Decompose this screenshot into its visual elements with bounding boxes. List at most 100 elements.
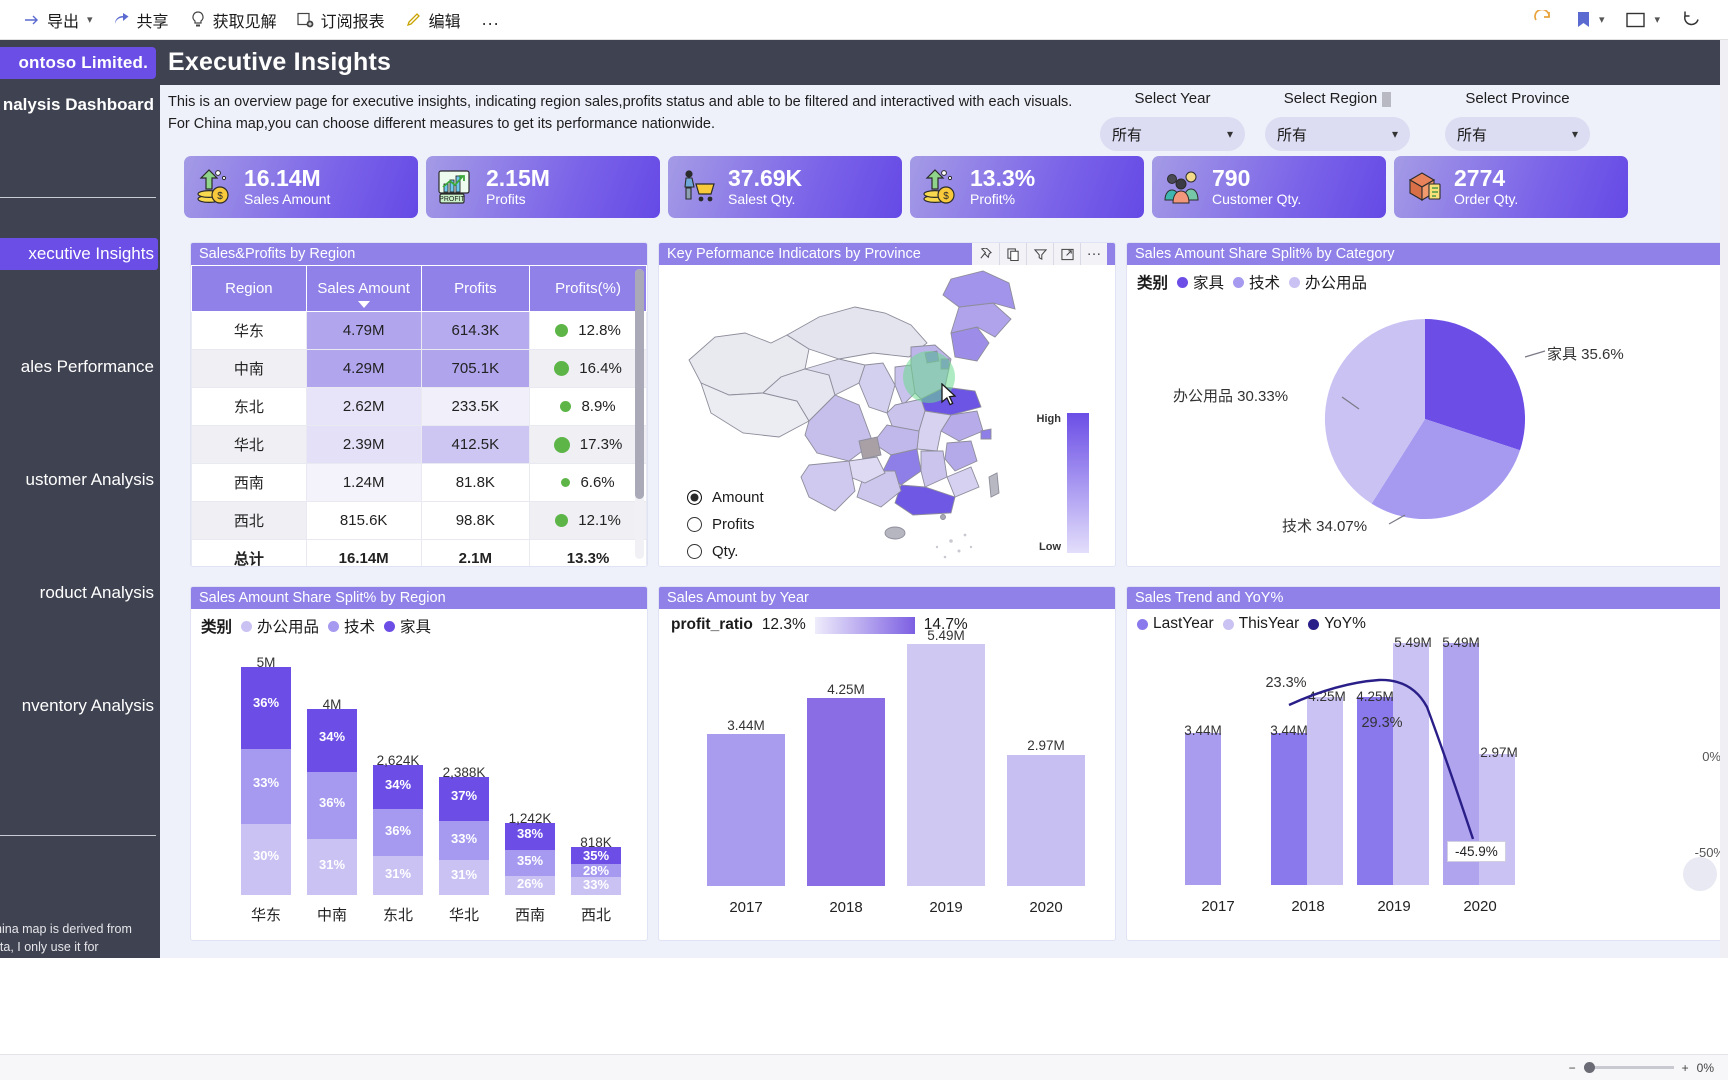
legend-item-technology[interactable]: 技术: [328, 615, 375, 637]
table-row[interactable]: 西北 815.6K 98.8K 12.1%: [191, 501, 647, 540]
legend-item-thisyear[interactable]: ThisYear: [1222, 615, 1299, 633]
stacked-bar-plot[interactable]: 36% 33% 30% 5M 华东 34% 36% 31% 4M 中南 34% …: [191, 637, 647, 937]
edit-button[interactable]: 编辑: [396, 3, 470, 37]
sidebar-item-sales-performance[interactable]: ales Performance: [0, 351, 158, 383]
trend-bar-lastyear-2017[interactable]: [1185, 733, 1221, 885]
axis-label-2017[interactable]: 2017: [707, 899, 785, 916]
sales-trend-yoy-visual[interactable]: Sales Trend and YoY% LastYear ThisYear Y…: [1126, 586, 1728, 941]
radio-button-icon[interactable]: [687, 544, 702, 559]
region-table[interactable]: Region Sales Amount Profits Profits(%) 华…: [191, 265, 647, 566]
chevron-down-icon[interactable]: ▾: [1599, 13, 1605, 26]
table-row[interactable]: 华东 4.79M 614.3K 12.8%: [191, 311, 647, 350]
axis-label-2018[interactable]: 2018: [807, 899, 885, 916]
slicer-year-dropdown[interactable]: 所有 ▾: [1100, 117, 1245, 151]
view-icon[interactable]: ▾: [1617, 7, 1669, 33]
axis-label-huadong[interactable]: 华东: [241, 904, 291, 925]
measure-radio-group[interactable]: Amount Profits Qty.: [687, 489, 764, 566]
stacked-bar-huabei[interactable]: 37% 33% 31%: [439, 777, 489, 895]
legend-item-furniture[interactable]: 家具: [1177, 271, 1224, 293]
trend-bar-lastyear-2018[interactable]: [1271, 733, 1307, 885]
copy-icon[interactable]: [999, 243, 1026, 265]
table-scrollbar[interactable]: [635, 269, 644, 559]
axis-label-huabei[interactable]: 华北: [439, 904, 489, 925]
radio-profits[interactable]: Profits: [687, 516, 764, 533]
kpi-card-sales-amount[interactable]: $ 16.14M Sales Amount: [184, 156, 418, 218]
brand-logo[interactable]: ontoso Limited.: [0, 47, 156, 79]
column-header-profits[interactable]: Profits: [420, 265, 531, 312]
refresh-icon[interactable]: [1673, 5, 1710, 34]
sales-amount-by-year-visual[interactable]: Sales Amount by Year profit_ratio 12.3% …: [658, 586, 1116, 941]
sidebar-item-customer-analysis[interactable]: ustomer Analysis: [0, 464, 158, 496]
table-row[interactable]: 华北 2.39M 412.5K 17.3%: [191, 425, 647, 464]
radio-amount[interactable]: Amount: [687, 489, 764, 506]
radio-qty[interactable]: Qty.: [687, 543, 764, 560]
column-header-profits-pct[interactable]: Profits(%): [529, 265, 647, 312]
axis-label-2017[interactable]: 2017: [1179, 898, 1257, 915]
reset-icon[interactable]: [1523, 5, 1563, 35]
slicer-region-dropdown[interactable]: 所有 ▾: [1265, 117, 1410, 151]
export-button[interactable]: 导出 ▾: [14, 3, 102, 37]
kpi-card-profit-pct[interactable]: $ 13.3% Profit%: [910, 156, 1144, 218]
slicer-province-dropdown[interactable]: 所有 ▾: [1445, 117, 1590, 151]
column-header-sales-amount[interactable]: Sales Amount: [305, 265, 422, 312]
sales-profits-by-region-visual[interactable]: Sales&Profits by Region Region Sales Amo…: [190, 242, 648, 567]
legend-item-office[interactable]: 办公用品: [1289, 271, 1367, 293]
axis-label-2019[interactable]: 2019: [907, 899, 985, 916]
table-row[interactable]: 东北 2.62M 233.5K 8.9%: [191, 387, 647, 426]
slicer-resize-handle[interactable]: [1382, 91, 1392, 107]
kpi-card-order-qty[interactable]: 2774 Order Qty.: [1394, 156, 1628, 218]
share-button[interactable]: 共享: [104, 3, 178, 37]
sidebar-item-inventory-analysis[interactable]: nventory Analysis: [0, 690, 158, 722]
pie-plot[interactable]: 办公用品 30.33% 家具 35.6% 技术 34.07%: [1127, 293, 1727, 563]
axis-label-2020[interactable]: 2020: [1441, 898, 1519, 915]
year-bar-2018[interactable]: [807, 698, 885, 886]
stacked-bar-xinan[interactable]: 38% 35% 26%: [505, 823, 555, 895]
legend-item-technology[interactable]: 技术: [1233, 271, 1280, 293]
kpi-card-profits[interactable]: PROFIT 2.15M Profits: [426, 156, 660, 218]
trend-plot[interactable]: 3.44M 2017 3.44M 4.25M 2018 4.25M 5.49M …: [1127, 633, 1727, 929]
zoom-slider[interactable]: [1583, 1062, 1674, 1073]
year-bar-2017[interactable]: [707, 734, 785, 886]
legend-item-yoy[interactable]: YoY%: [1308, 615, 1366, 633]
axis-label-xibei[interactable]: 西北: [571, 904, 621, 925]
axis-label-dongbei[interactable]: 东北: [373, 904, 423, 925]
stacked-bar-dongbei[interactable]: 34% 36% 31%: [373, 765, 423, 895]
filter-icon[interactable]: [1026, 243, 1053, 265]
insights-button[interactable]: 获取见解: [180, 3, 286, 37]
china-map[interactable]: High Low Amount Profits Qty.: [659, 265, 1115, 566]
axis-label-2018[interactable]: 2018: [1269, 898, 1347, 915]
kpi-card-customer-qty[interactable]: 790 Customer Qty.: [1152, 156, 1386, 218]
legend-item-furniture[interactable]: 家具: [384, 615, 431, 637]
legend-item-office[interactable]: 办公用品: [241, 615, 319, 637]
axis-label-zhongnan[interactable]: 中南: [307, 904, 357, 925]
table-row[interactable]: 中南 4.29M 705.1K 16.4%: [191, 349, 647, 388]
table-row[interactable]: 西南 1.24M 81.8K 6.6%: [191, 463, 647, 502]
year-bar-2019[interactable]: [907, 644, 985, 886]
trend-bar-thisyear-2020[interactable]: [1479, 754, 1515, 885]
more-icon[interactable]: ···: [1080, 243, 1107, 265]
stacked-bar-zhongnan[interactable]: 34% 36% 31%: [307, 709, 357, 895]
chevron-down-icon[interactable]: ▾: [87, 13, 93, 26]
axis-label-2019[interactable]: 2019: [1355, 898, 1433, 915]
stacked-bar-xibei[interactable]: 35% 28% 33%: [571, 847, 621, 895]
pin-icon[interactable]: [972, 243, 999, 265]
sidebar-item-product-analysis[interactable]: roduct Analysis: [0, 577, 158, 609]
subscribe-button[interactable]: 订阅报表: [288, 3, 394, 37]
legend-item-lastyear[interactable]: LastYear: [1137, 615, 1214, 633]
axis-label-xinan[interactable]: 西南: [505, 904, 555, 925]
year-bar-plot[interactable]: 3.44M 2017 4.25M 2018 5.49M 2019 2.97M 2…: [659, 628, 1115, 930]
trend-scroll-hint[interactable]: [1683, 857, 1717, 891]
stacked-bar-huadong[interactable]: 36% 33% 30%: [241, 667, 291, 895]
zoom-in-button[interactable]: +: [1682, 1061, 1689, 1075]
axis-label-2020[interactable]: 2020: [1007, 899, 1085, 916]
pie-chart-svg[interactable]: [1127, 293, 1728, 561]
sidebar-item-executive-insights[interactable]: xecutive Insights: [0, 238, 158, 270]
year-bar-2020[interactable]: [1007, 755, 1085, 886]
chevron-down-icon[interactable]: ▾: [1654, 13, 1660, 26]
sales-share-by-region-visual[interactable]: Sales Amount Share Split% by Region 类别 办…: [190, 586, 648, 941]
table-scrollbar-thumb[interactable]: [635, 269, 644, 499]
sales-share-by-category-visual[interactable]: Sales Amount Share Split% by Category 类别…: [1126, 242, 1728, 567]
column-header-region[interactable]: Region: [191, 265, 307, 312]
kpi-card-sales-qty[interactable]: 37.69K Salest Qty.: [668, 156, 902, 218]
radio-button-icon[interactable]: [687, 490, 702, 505]
